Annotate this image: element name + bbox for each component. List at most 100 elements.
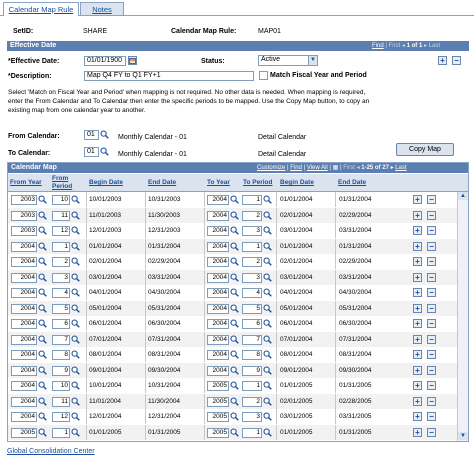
delete-row-icon[interactable]: − <box>427 365 436 375</box>
to-year-lookup-icon[interactable] <box>230 195 239 204</box>
from-year-lookup-icon[interactable] <box>38 257 47 266</box>
to-year-input[interactable]: 2005 <box>207 396 229 407</box>
to-year-input[interactable]: 2004 <box>207 365 229 376</box>
from-period-input[interactable]: 10 <box>52 381 70 391</box>
from-calendar-input[interactable]: 01 <box>84 130 99 140</box>
to-year-lookup-icon[interactable] <box>230 335 239 344</box>
from-period-lookup-icon[interactable] <box>71 381 80 390</box>
delete-row-icon[interactable]: − <box>427 257 436 266</box>
delete-row-icon[interactable]: − <box>427 412 436 421</box>
add-row-icon[interactable]: + <box>413 303 422 313</box>
add-row-icon[interactable]: + <box>413 319 422 328</box>
to-calendar-lookup-icon[interactable] <box>100 147 109 158</box>
from-year-lookup-icon[interactable] <box>38 428 47 437</box>
to-year-input[interactable]: 2004 <box>207 226 229 236</box>
grid-scrollbar[interactable] <box>457 192 468 441</box>
from-year-input[interactable]: 2004 <box>11 412 37 422</box>
from-year-input[interactable]: 2004 <box>11 241 37 252</box>
to-year-input[interactable]: 2004 <box>207 334 229 345</box>
grid-view-icon[interactable]: ▦ <box>333 165 339 171</box>
from-period-input[interactable]: 1 <box>52 427 70 438</box>
to-year-lookup-icon[interactable] <box>230 211 239 220</box>
to-period-input[interactable]: 9 <box>242 365 262 376</box>
col-to-year[interactable]: To Year <box>207 179 230 187</box>
match-fiscal-checkbox[interactable] <box>259 71 268 80</box>
to-year-input[interactable]: 2004 <box>207 272 229 283</box>
prev-arrow-icon[interactable]: ◂ <box>402 43 405 49</box>
from-year-input[interactable]: 2004 <box>11 272 37 283</box>
to-period-lookup-icon[interactable] <box>263 397 272 406</box>
to-period-lookup-icon[interactable] <box>263 226 272 235</box>
from-year-input[interactable]: 2004 <box>11 303 37 314</box>
from-period-lookup-icon[interactable] <box>71 273 80 282</box>
grid-find-link[interactable]: Find <box>290 165 302 171</box>
from-period-input[interactable]: 8 <box>52 350 70 360</box>
from-year-lookup-icon[interactable] <box>38 397 47 406</box>
to-year-input[interactable]: 2004 <box>207 257 229 267</box>
to-year-lookup-icon[interactable] <box>230 381 239 390</box>
from-year-input[interactable]: 2003 <box>11 226 37 236</box>
col-from-end-date[interactable]: End Date <box>148 179 176 187</box>
from-period-lookup-icon[interactable] <box>71 257 80 266</box>
to-period-lookup-icon[interactable] <box>263 350 272 359</box>
delete-row-icon[interactable]: − <box>427 334 436 344</box>
from-year-lookup-icon[interactable] <box>38 242 47 251</box>
col-to-period[interactable]: To Period <box>243 179 273 187</box>
to-period-input[interactable]: 5 <box>242 303 262 314</box>
find-link[interactable]: Find <box>372 43 384 49</box>
to-year-input[interactable]: 2005 <box>207 427 229 438</box>
from-year-input[interactable]: 2003 <box>11 195 37 205</box>
to-year-input[interactable]: 2004 <box>207 350 229 360</box>
to-period-lookup-icon[interactable] <box>263 211 272 220</box>
delete-row-icon[interactable]: − <box>427 303 436 313</box>
delete-row-icon[interactable]: − <box>427 319 436 328</box>
to-year-lookup-icon[interactable] <box>230 304 239 313</box>
delete-row-icon[interactable]: − <box>427 427 436 437</box>
add-row-icon[interactable]: + <box>413 226 422 235</box>
from-year-lookup-icon[interactable] <box>38 412 47 421</box>
col-from-year[interactable]: From Year <box>10 179 42 187</box>
from-period-lookup-icon[interactable] <box>71 304 80 313</box>
col-from-begin-date[interactable]: Begin Date <box>89 179 123 187</box>
tab-calendar-map-rule[interactable]: Calendar Map Rule <box>3 2 79 16</box>
to-year-lookup-icon[interactable] <box>230 350 239 359</box>
from-period-input[interactable]: 11 <box>52 210 70 221</box>
from-year-lookup-icon[interactable] <box>38 366 47 375</box>
from-period-lookup-icon[interactable] <box>71 366 80 375</box>
delete-row-icon[interactable]: − <box>427 350 436 359</box>
from-period-input[interactable]: 10 <box>52 195 70 205</box>
add-row-icon[interactable]: + <box>413 412 422 421</box>
status-select[interactable]: Active ▼ <box>258 55 318 66</box>
to-period-lookup-icon[interactable] <box>263 242 272 251</box>
to-calendar-input[interactable]: 01 <box>84 147 99 157</box>
customize-link[interactable]: Customize <box>257 165 285 171</box>
add-row-icon[interactable]: + <box>413 365 422 375</box>
add-row-icon[interactable]: + <box>413 427 422 437</box>
to-period-lookup-icon[interactable] <box>263 366 272 375</box>
from-year-lookup-icon[interactable] <box>38 211 47 220</box>
add-row-icon[interactable]: + <box>413 195 422 204</box>
tab-notes[interactable]: Notes <box>80 2 124 16</box>
to-year-lookup-icon[interactable] <box>230 257 239 266</box>
to-period-lookup-icon[interactable] <box>263 335 272 344</box>
to-period-input[interactable]: 3 <box>242 272 262 283</box>
from-period-lookup-icon[interactable] <box>71 428 80 437</box>
from-year-input[interactable]: 2003 <box>11 210 37 221</box>
delete-row-icon[interactable]: − <box>427 288 436 297</box>
add-row-icon[interactable]: + <box>413 272 422 282</box>
to-period-lookup-icon[interactable] <box>263 428 272 437</box>
from-year-lookup-icon[interactable] <box>38 288 47 297</box>
to-period-lookup-icon[interactable] <box>263 288 272 297</box>
from-period-input[interactable]: 3 <box>52 272 70 283</box>
delete-row-icon[interactable]: − <box>427 396 436 406</box>
from-year-lookup-icon[interactable] <box>38 195 47 204</box>
from-year-input[interactable]: 2004 <box>11 350 37 360</box>
to-year-lookup-icon[interactable] <box>230 288 239 297</box>
delete-row-icon[interactable]: − <box>427 210 436 220</box>
scroll-up-icon[interactable]: ▲ <box>458 192 468 200</box>
to-period-lookup-icon[interactable] <box>263 195 272 204</box>
to-year-input[interactable]: 2005 <box>207 381 229 391</box>
to-period-lookup-icon[interactable] <box>263 273 272 282</box>
add-row-icon[interactable]: + <box>413 210 422 220</box>
col-from-period[interactable]: From Period <box>52 175 76 191</box>
